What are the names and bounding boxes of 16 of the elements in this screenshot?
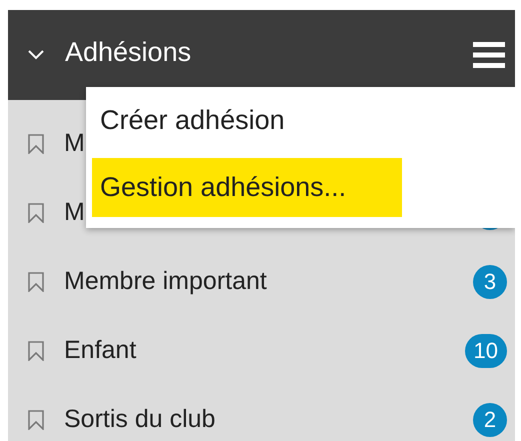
menu-icon[interactable] <box>473 42 505 68</box>
bookmark-icon <box>28 134 44 154</box>
bookmark-icon <box>28 340 44 360</box>
list-item-label[interactable]: Enfant <box>64 336 465 365</box>
count-badge: 2 <box>473 402 507 436</box>
list-item-label[interactable]: Membre important <box>64 267 473 296</box>
panel-title: Adhésions <box>65 36 192 68</box>
menu-item[interactable]: Gestion adhésions... <box>92 158 402 217</box>
bookmark-icon <box>28 272 44 292</box>
count-badge: 10 <box>464 334 507 368</box>
count-badge: 3 <box>473 264 507 298</box>
list-item-label[interactable]: Sortis du club <box>64 405 473 434</box>
bookmark-icon <box>28 410 44 430</box>
menu-item[interactable]: Créer adhésion <box>92 91 402 150</box>
bookmark-icon <box>28 202 44 222</box>
chevron-icon[interactable] <box>28 50 44 60</box>
